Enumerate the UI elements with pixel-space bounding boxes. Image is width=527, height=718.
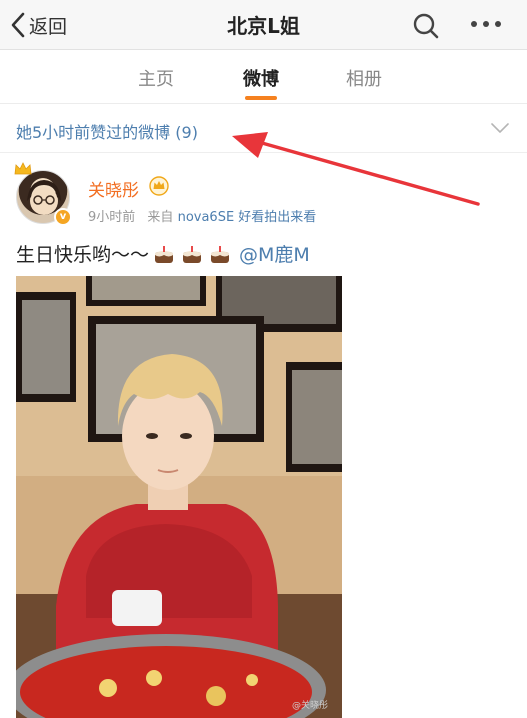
mention-link[interactable]: @M鹿M [239, 244, 310, 266]
post-time: 9小时前 [88, 210, 136, 225]
liked-posts-bar[interactable]: 她5小时前赞过的微博 (9) [0, 105, 527, 153]
back-button[interactable]: 返回 [10, 10, 67, 40]
cake-icon [183, 246, 202, 263]
post-author-name[interactable]: 关晓彤 [88, 176, 139, 201]
cake-icon [211, 246, 230, 263]
page-title: 北京L姐 [227, 14, 300, 38]
tab-album[interactable]: 相册 [346, 65, 382, 91]
more-icon[interactable] [470, 20, 502, 28]
cake-emojis [153, 244, 231, 264]
chevron-down-icon[interactable] [490, 122, 510, 134]
top-nav-bar: 返回 北京L姐 [0, 0, 527, 50]
crown-icon [14, 162, 32, 175]
chevron-left-icon [11, 12, 25, 38]
vip-crown-icon [149, 176, 169, 196]
tab-weibo[interactable]: 微博 [243, 65, 279, 91]
weibo-post: v 关晓彤 9小时前 来自 nova6SE 好看拍出来看 生日快乐哟～～ @M鹿… [0, 154, 527, 718]
post-source[interactable]: nova6SE 好看拍出来看 [178, 210, 317, 225]
avatar-container[interactable]: v [14, 162, 72, 226]
post-text: 生日快乐哟～～ [16, 244, 150, 266]
liked-posts-text: 她5小时前赞过的微博 (9) [16, 123, 198, 142]
tab-home[interactable]: 主页 [138, 65, 174, 91]
post-source-prefix: 来自 [147, 210, 174, 225]
active-tab-indicator [245, 96, 277, 100]
verified-badge-icon: v [54, 208, 72, 226]
back-label: 返回 [29, 15, 68, 38]
post-meta: 9小时前 来自 nova6SE 好看拍出来看 [88, 206, 316, 225]
image-watermark: @关晓彤 [292, 701, 329, 711]
post-image[interactable] [16, 276, 342, 718]
search-icon[interactable] [412, 12, 440, 40]
post-body: 生日快乐哟～～ @M鹿M [16, 240, 310, 267]
cake-icon [155, 246, 174, 263]
profile-tabs: 主页 微博 相册 [0, 51, 527, 104]
